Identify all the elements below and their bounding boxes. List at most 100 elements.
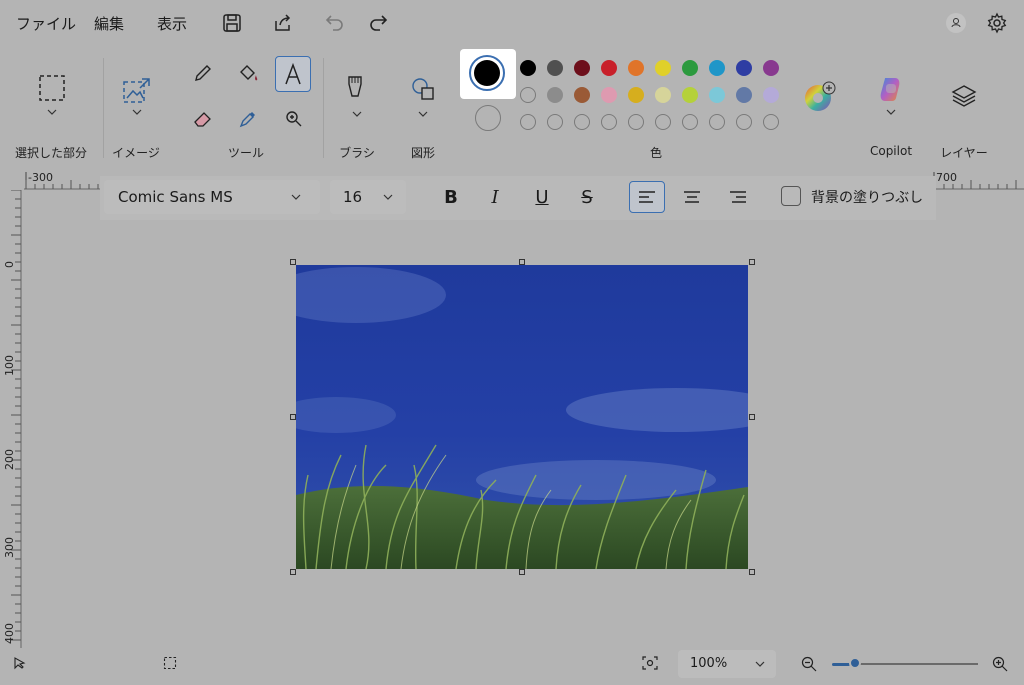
text-tool-button[interactable] <box>275 56 311 92</box>
magnifier-icon[interactable] <box>283 108 305 130</box>
gear-icon[interactable] <box>986 12 1008 34</box>
color-swatch[interactable] <box>628 60 644 76</box>
zoom-slider-fill <box>832 663 850 666</box>
align-right-icon <box>730 191 746 203</box>
color-swatch[interactable] <box>736 114 752 130</box>
eraser-icon[interactable] <box>192 108 214 130</box>
color-swatch[interactable] <box>601 60 617 76</box>
align-right-button[interactable] <box>722 181 754 213</box>
underline-button[interactable]: U <box>526 181 558 213</box>
chevron-down-icon[interactable] <box>46 108 58 116</box>
zoom-slider-track[interactable] <box>850 663 978 665</box>
color-swatch[interactable] <box>520 60 536 76</box>
color-swatch[interactable] <box>682 60 698 76</box>
save-icon[interactable] <box>221 12 243 34</box>
group-label-copilot: Copilot <box>869 144 913 158</box>
chevron-down-icon[interactable] <box>131 108 143 116</box>
color-swatch[interactable] <box>655 60 671 76</box>
color-swatch[interactable] <box>520 87 536 103</box>
share-icon[interactable] <box>272 12 294 34</box>
resize-handle[interactable] <box>749 259 755 265</box>
color-swatch[interactable] <box>520 114 536 130</box>
chevron-down-icon <box>291 194 301 200</box>
pencil-icon[interactable] <box>192 62 214 84</box>
color-swatch[interactable] <box>601 114 617 130</box>
ruler-label-v400: 400 <box>3 623 16 644</box>
color-swatch[interactable] <box>655 114 671 130</box>
color-swatch[interactable] <box>682 87 698 103</box>
chevron-down-icon[interactable] <box>885 108 897 116</box>
color-swatch[interactable] <box>574 114 590 130</box>
color-picker-icon[interactable] <box>237 108 259 130</box>
canvas-image[interactable] <box>296 265 748 569</box>
text-icon <box>285 62 301 85</box>
color-swatch[interactable] <box>709 60 725 76</box>
align-center-icon <box>684 191 700 203</box>
group-label-shapes: 図形 <box>410 146 435 160</box>
fill-bucket-icon[interactable] <box>237 62 261 84</box>
group-label-brush: ブラシ <box>339 146 375 160</box>
undo-icon[interactable] <box>324 12 346 34</box>
chevron-down-icon <box>383 194 393 200</box>
primary-color-swatch[interactable] <box>474 60 500 86</box>
resize-handle[interactable] <box>290 569 296 575</box>
resize-handle[interactable] <box>290 259 296 265</box>
color-swatch[interactable] <box>763 114 779 130</box>
ruler-label-v200: 200 <box>3 449 16 470</box>
color-swatch[interactable] <box>601 87 617 103</box>
color-swatch[interactable] <box>547 114 563 130</box>
chevron-down-icon[interactable] <box>351 110 363 118</box>
resize-handle[interactable] <box>519 259 525 265</box>
resize-handle[interactable] <box>519 569 525 575</box>
color-swatch[interactable] <box>547 87 563 103</box>
zoom-out-icon[interactable] <box>800 655 818 673</box>
selection-icon[interactable] <box>38 74 66 102</box>
color-swatch[interactable] <box>736 87 752 103</box>
color-swatch[interactable] <box>547 60 563 76</box>
resize-handle[interactable] <box>749 414 755 420</box>
color-swatch[interactable] <box>574 60 590 76</box>
zoom-dropdown[interactable]: 100% <box>678 650 776 678</box>
resize-handle[interactable] <box>749 569 755 575</box>
align-center-button[interactable] <box>676 181 708 213</box>
color-swatch[interactable] <box>655 87 671 103</box>
bold-button[interactable]: B <box>435 181 467 213</box>
color-swatch[interactable] <box>682 114 698 130</box>
image-icon[interactable] <box>122 76 152 104</box>
italic-button[interactable]: I <box>479 181 511 213</box>
zoom-slider-thumb[interactable] <box>849 657 861 669</box>
zoom-in-icon[interactable] <box>991 655 1009 673</box>
secondary-color-swatch[interactable] <box>475 105 501 131</box>
strikethrough-button[interactable]: S <box>571 181 603 213</box>
ruler-label-v0: 0 <box>3 261 16 268</box>
chevron-down-icon <box>755 661 765 667</box>
menu-view[interactable]: 表示 <box>157 13 187 34</box>
color-swatch[interactable] <box>628 114 644 130</box>
color-swatch[interactable] <box>763 87 779 103</box>
menu-edit[interactable]: 編集 <box>94 13 124 34</box>
vertical-ruler <box>0 189 22 648</box>
font-size-dropdown[interactable]: 16 <box>330 180 406 214</box>
color-swatch[interactable] <box>574 87 590 103</box>
resize-handle[interactable] <box>290 414 296 420</box>
color-swatch[interactable] <box>763 60 779 76</box>
menu-file[interactable]: ファイル <box>16 13 76 34</box>
brush-icon[interactable] <box>343 74 367 102</box>
background-fill-checkbox[interactable] <box>781 186 801 206</box>
color-swatch[interactable] <box>709 114 725 130</box>
layers-icon[interactable] <box>950 82 978 110</box>
cursor-position-icon <box>14 657 26 670</box>
edit-colors-icon[interactable] <box>803 80 837 114</box>
fit-to-window-icon[interactable] <box>641 655 659 671</box>
menu-bar: ファイル 編集 表示 <box>0 0 1024 46</box>
shapes-icon[interactable] <box>410 76 436 102</box>
account-avatar[interactable] <box>946 13 966 33</box>
color-swatch[interactable] <box>628 87 644 103</box>
color-swatch[interactable] <box>709 87 725 103</box>
color-swatch[interactable] <box>736 60 752 76</box>
font-dropdown[interactable]: Comic Sans MS <box>104 180 320 214</box>
align-left-button[interactable] <box>629 181 665 213</box>
chevron-down-icon[interactable] <box>417 110 429 118</box>
redo-icon[interactable] <box>367 12 389 34</box>
copilot-icon[interactable] <box>876 74 906 104</box>
